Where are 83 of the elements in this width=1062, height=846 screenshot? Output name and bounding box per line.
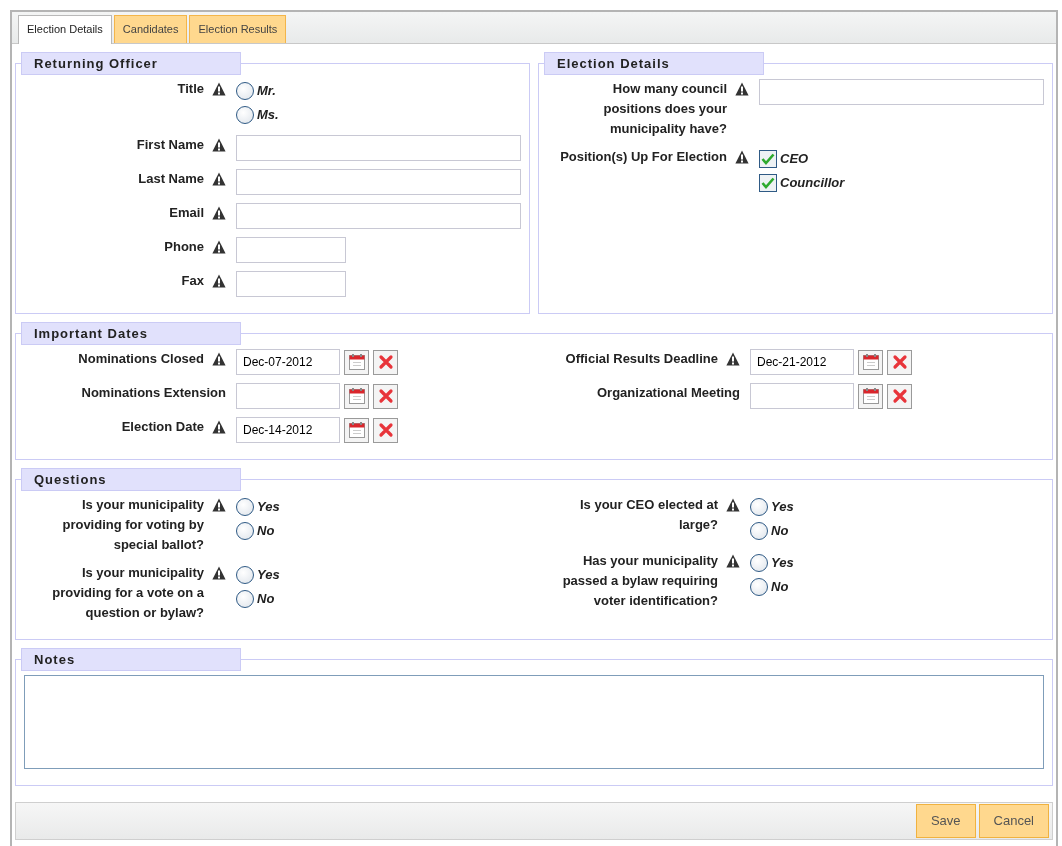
radio-button[interactable] [236,590,254,608]
field-label: Fax [181,272,204,290]
radio-button[interactable] [750,522,768,540]
checkbox[interactable] [759,150,777,168]
text-field[interactable] [236,169,521,195]
text-field[interactable] [236,237,346,263]
clear-button[interactable] [373,383,398,409]
radio-button[interactable] [236,498,254,516]
calendar-button[interactable] [344,349,369,375]
clear-button[interactable] [887,349,912,375]
field-label: Organizational Meeting [597,384,740,402]
date-field[interactable]: Dec-14-2012 [236,417,340,443]
text-field[interactable] [236,271,346,297]
field-label: Is your CEO elected at large? [579,496,718,534]
option-label: Yes [771,554,794,573]
field-label: Title [177,80,204,98]
clear-button[interactable] [373,417,398,443]
option-label: Yes [771,498,794,517]
calendar-button[interactable] [344,383,369,409]
option-label: Councillor [780,174,845,193]
clear-button[interactable] [887,383,912,409]
tab[interactable]: Election Details [18,14,112,44]
action-button[interactable]: Cancel [978,804,1049,838]
calendar-icon [347,387,366,405]
field-label: Last Name [138,170,204,188]
option-label: Yes [257,498,280,517]
option-label: No [771,522,789,541]
section-title: Notes [21,648,241,671]
section-title: Questions [21,468,241,491]
calendar-icon [861,387,880,405]
close-icon [891,388,908,404]
section-title: Important Dates [21,322,241,345]
field-label: Is your municipality providing for voting by special ballot? [61,496,204,554]
option-label: Ms. [257,106,279,125]
text-field[interactable] [759,79,1044,105]
radio-button[interactable] [236,522,254,540]
action-button[interactable]: Save [915,804,976,838]
field-label: First Name [136,136,204,154]
radio-button[interactable] [236,566,254,584]
date-field[interactable]: Dec-21-2012 [750,349,854,375]
field-label: How many council positions does your municipality have? [602,80,727,138]
field-label: Email [169,204,204,222]
close-icon [377,354,394,370]
calendar-button[interactable] [858,383,883,409]
option-label: No [257,590,275,609]
option-label: Yes [257,566,280,585]
field-label: Position(s) Up For Election [560,148,727,166]
calendar-button[interactable] [858,349,883,375]
field-label: Has your municipality passed a bylaw requiring voter identification? [561,552,718,610]
calendar-icon [347,353,366,371]
tab[interactable]: Election Results [189,14,287,43]
clear-button[interactable] [373,349,398,375]
radio-button[interactable] [750,554,768,572]
close-icon [891,354,908,370]
date-field[interactable] [236,383,340,409]
option-label: No [257,522,275,541]
option-label: CEO [780,150,809,169]
field-label: Official Results Deadline [565,350,718,368]
field-label: Phone [164,238,204,256]
radio-button[interactable] [750,498,768,516]
close-icon [377,388,394,404]
option-label: No [771,578,789,597]
date-field[interactable] [750,383,854,409]
field-label: Nominations Extension [81,384,226,402]
text-field[interactable] [236,135,521,161]
field-label: Is your municipality providing for a vote on a question or bylaw? [51,564,204,622]
checkbox[interactable] [759,174,777,192]
radio-button[interactable] [236,106,254,124]
section-title: Returning Officer [21,52,241,75]
calendar-icon [861,353,880,371]
field-label: Nominations Closed [78,350,204,368]
field-label: Election Date [121,418,204,436]
calendar-button[interactable] [344,417,369,443]
close-icon [377,422,394,438]
option-label: Mr. [257,82,276,101]
tab[interactable]: Candidates [113,14,188,43]
notes-field[interactable] [24,675,1044,769]
section-title: Election Details [544,52,764,75]
calendar-icon [347,421,366,439]
radio-button[interactable] [750,578,768,596]
date-field[interactable]: Dec-07-2012 [236,349,340,375]
text-field[interactable] [236,203,521,229]
radio-button[interactable] [236,82,254,100]
